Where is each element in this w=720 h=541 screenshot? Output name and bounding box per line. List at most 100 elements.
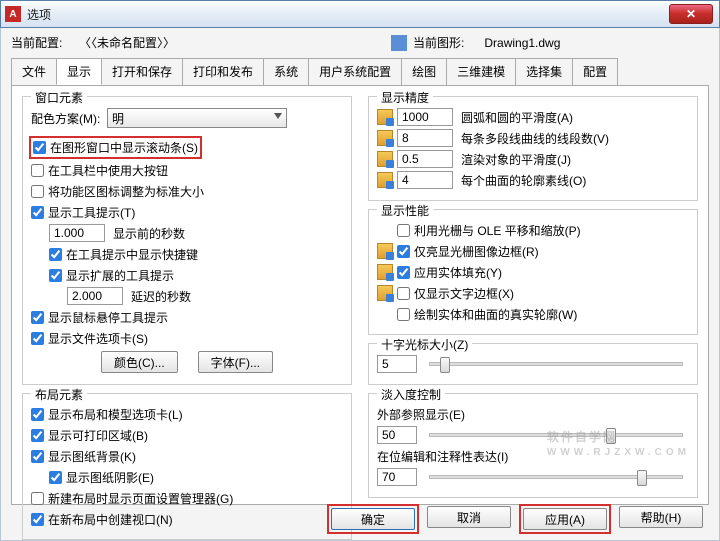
cb-paper-shadow[interactable]	[49, 471, 62, 484]
colors-button[interactable]: 颜色(C)...	[101, 351, 178, 373]
cb-highlight-frame-label: 仅亮显光栅图像边框(R)	[414, 243, 539, 260]
xref-fade-input[interactable]: 50	[377, 426, 417, 444]
inplace-fade-value: 70	[382, 470, 395, 484]
ext-delay-input[interactable]: 2.000	[67, 287, 123, 305]
group-precision: 显示精度 1000圆弧和圆的平滑度(A) 8每条多段线曲线的线段数(V) 0.5…	[368, 96, 698, 201]
arc-smooth-value: 1000	[402, 110, 429, 124]
inplace-fade-input[interactable]: 70	[377, 468, 417, 486]
cb-ext-tip-label: 显示扩展的工具提示	[66, 267, 174, 284]
tab-display[interactable]: 显示	[56, 58, 102, 85]
chevron-down-icon	[274, 113, 282, 119]
cb-new-page-setup[interactable]	[31, 492, 44, 505]
tab-panel: 窗口元素 配色方案(M): 明 在图形窗口中显示滚动条(S) 在工具栏中使用大按…	[11, 85, 709, 505]
cb-scrollbars-label: 在图形窗口中显示滚动条(S)	[50, 139, 198, 156]
polyline-seg-label: 每条多段线曲线的线段数(V)	[461, 130, 609, 147]
render-smooth-value: 0.5	[402, 152, 419, 166]
color-scheme-value: 明	[112, 110, 124, 127]
polyline-seg-input[interactable]: 8	[397, 129, 453, 147]
ok-button[interactable]: 确定	[331, 508, 415, 530]
tab-system[interactable]: 系统	[263, 58, 309, 85]
dwg-var-icon	[377, 151, 393, 167]
cb-true-silh-label: 绘制实体和曲面的真实轮廓(W)	[414, 306, 577, 323]
dwg-var-icon	[377, 172, 393, 188]
contour-lines-input[interactable]: 4	[397, 171, 453, 189]
fonts-button[interactable]: 字体(F)...	[198, 351, 273, 373]
cb-ext-tip[interactable]	[49, 269, 62, 282]
cb-raster-pan-label: 利用光栅与 OLE 平移和缩放(P)	[414, 222, 581, 239]
tab-3d[interactable]: 三维建模	[446, 58, 516, 85]
xref-fade-slider[interactable]	[429, 433, 683, 437]
crosshair-slider[interactable]	[429, 362, 683, 366]
render-smooth-input[interactable]: 0.5	[397, 150, 453, 168]
tab-profiles[interactable]: 配置	[572, 58, 618, 85]
cb-file-tabs[interactable]	[31, 332, 44, 345]
legend-fade: 淡入度控制	[377, 386, 445, 403]
tip-delay-value: 1.000	[54, 226, 84, 240]
crosshair-input[interactable]: 5	[377, 355, 417, 373]
contour-lines-value: 4	[402, 173, 409, 187]
help-button[interactable]: 帮助(H)	[619, 506, 703, 528]
cb-scrollbars[interactable]	[33, 141, 46, 154]
cb-tooltips[interactable]	[31, 206, 44, 219]
dwg-var-icon	[377, 109, 393, 125]
dwg-var-icon	[377, 285, 393, 301]
app-icon: A	[5, 6, 21, 22]
tip-delay-input[interactable]: 1.000	[49, 224, 105, 242]
tab-open-save[interactable]: 打开和保存	[101, 58, 183, 85]
titlebar: A 选项 ✕	[0, 0, 720, 28]
legend-window-elements: 窗口元素	[31, 89, 87, 106]
group-window-elements: 窗口元素 配色方案(M): 明 在图形窗口中显示滚动条(S) 在工具栏中使用大按…	[22, 96, 352, 385]
dialog-content: 当前配置: 〈〈未命名配置〉〉 当前图形: Drawing1.dwg 文件 显示…	[0, 28, 720, 541]
group-fade: 淡入度控制 外部参照显示(E) 50 在位编辑和注释性表达(I) 70	[368, 393, 698, 498]
cb-shortcut-in-tip[interactable]	[49, 248, 62, 261]
cb-file-tabs-label: 显示文件选项卡(S)	[48, 330, 148, 347]
cb-large-buttons-label: 在工具栏中使用大按钮	[48, 162, 168, 179]
cb-paper-bg-label: 显示图纸背景(K)	[48, 448, 136, 465]
color-scheme-label: 配色方案(M):	[31, 110, 100, 127]
inplace-fade-slider[interactable]	[429, 475, 683, 479]
tab-print-publish[interactable]: 打印和发布	[182, 58, 264, 85]
close-button[interactable]: ✕	[669, 4, 713, 24]
cb-printable[interactable]	[31, 429, 44, 442]
cb-solid-fill[interactable]	[397, 266, 410, 279]
tab-user-prefs[interactable]: 用户系统配置	[308, 58, 402, 85]
dwg-var-icon	[377, 130, 393, 146]
legend-performance: 显示性能	[377, 202, 433, 219]
xref-fade-label: 外部参照显示(E)	[377, 406, 465, 423]
cb-paper-bg[interactable]	[31, 450, 44, 463]
group-layout-elements: 布局元素 显示布局和模型选项卡(L) 显示可打印区域(B) 显示图纸背景(K) …	[22, 393, 352, 540]
cb-solid-fill-label: 应用实体填充(Y)	[414, 264, 502, 281]
current-drawing-label: 当前图形:	[413, 34, 464, 51]
cb-true-silh[interactable]	[397, 308, 410, 321]
cb-layout-tabs[interactable]	[31, 408, 44, 421]
cb-raster-pan[interactable]	[397, 224, 410, 237]
color-scheme-select[interactable]: 明	[107, 108, 287, 128]
tab-selection[interactable]: 选择集	[515, 58, 573, 85]
cb-highlight-frame[interactable]	[397, 245, 410, 258]
cb-hover-tip[interactable]	[31, 311, 44, 324]
dwg-icon	[391, 35, 407, 51]
tab-drafting[interactable]: 绘图	[401, 58, 447, 85]
current-drawing-value: Drawing1.dwg	[484, 36, 560, 50]
cancel-button[interactable]: 取消	[427, 506, 511, 528]
cb-tooltips-label: 显示工具提示(T)	[48, 204, 135, 221]
tab-file[interactable]: 文件	[11, 58, 57, 85]
render-smooth-label: 渲染对象的平滑度(J)	[461, 151, 571, 168]
cb-new-page-setup-label: 新建布局时显示页面设置管理器(G)	[48, 490, 233, 507]
cb-large-buttons[interactable]	[31, 164, 44, 177]
cb-text-frame-label: 仅显示文字边框(X)	[414, 285, 514, 302]
footer-buttons: 确定 取消 应用(A) 帮助(H)	[329, 506, 703, 532]
cb-shortcut-in-tip-label: 在工具提示中显示快捷键	[66, 246, 198, 263]
cb-hover-tip-label: 显示鼠标悬停工具提示	[48, 309, 168, 326]
apply-button[interactable]: 应用(A)	[523, 508, 607, 530]
arc-smooth-label: 圆弧和圆的平滑度(A)	[461, 109, 573, 126]
cb-new-viewport[interactable]	[31, 513, 44, 526]
legend-precision: 显示精度	[377, 89, 433, 106]
arc-smooth-input[interactable]: 1000	[397, 108, 453, 126]
ext-delay-value: 2.000	[72, 289, 102, 303]
cb-new-viewport-label: 在新布局中创建视口(N)	[48, 511, 173, 528]
xref-fade-value: 50	[382, 428, 395, 442]
window-title: 选项	[27, 6, 51, 23]
cb-std-icon-size[interactable]	[31, 185, 44, 198]
cb-text-frame[interactable]	[397, 287, 410, 300]
